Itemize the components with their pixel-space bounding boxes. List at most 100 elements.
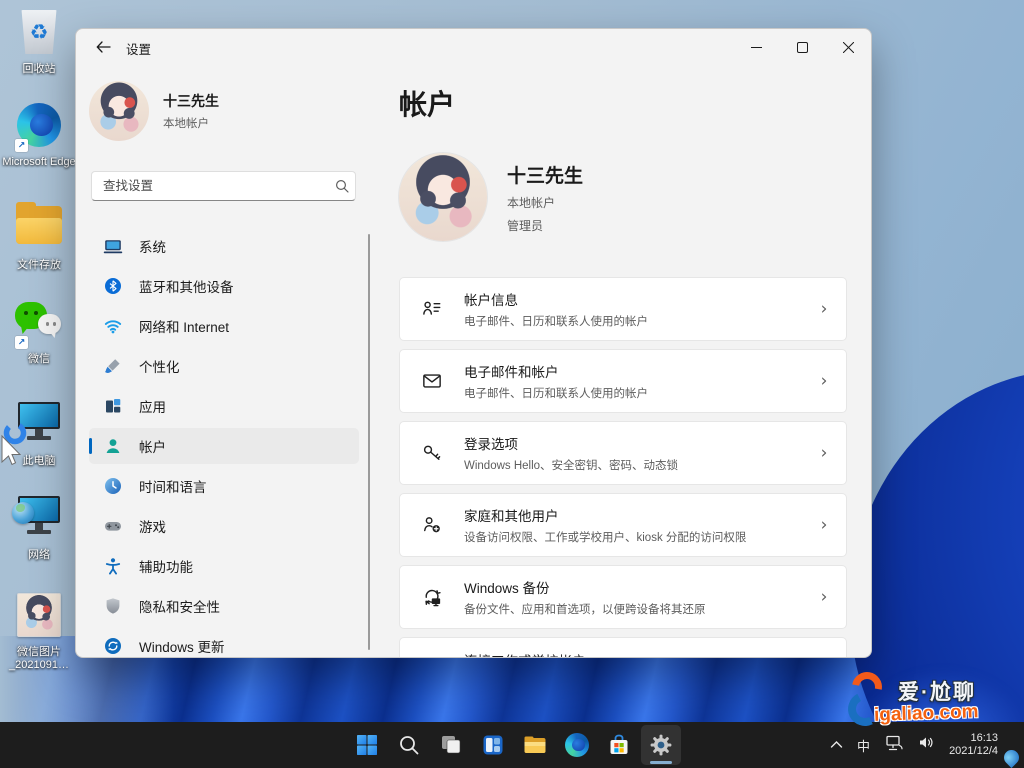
sidebar-item-accounts[interactable]: 帐户 — [89, 428, 359, 464]
desktop-icon-folder[interactable]: 文件存放 — [1, 200, 77, 272]
accounts-icon — [103, 436, 123, 456]
sidebar-profile[interactable]: 十三先生 本地帐户 — [89, 81, 369, 141]
network-tray-icon[interactable] — [884, 734, 904, 757]
sidebar-item-accessibility[interactable]: 辅助功能 — [89, 548, 359, 584]
sidebar-scrollbar[interactable] — [368, 234, 370, 650]
widgets-icon — [483, 735, 503, 755]
folder-icon — [14, 202, 64, 256]
apps-icon — [103, 396, 123, 416]
avatar — [89, 81, 149, 141]
task-view-icon — [442, 736, 461, 754]
tray-time: 16:13 — [970, 732, 998, 744]
privacy-icon — [103, 596, 123, 616]
settings-window: 设置 十三先生 本地帐户 系统 蓝牙和其他设备 网络和 Internet — [75, 28, 872, 658]
recycle-bin-icon: ♻ — [14, 10, 64, 60]
desktop-icon-label: 文件存放 — [17, 259, 61, 271]
minimize-button[interactable] — [733, 29, 779, 65]
profile-name: 十三先生 — [163, 93, 219, 109]
time-language-icon — [103, 476, 123, 496]
gaming-icon — [103, 516, 123, 536]
desktop-icon-label: Microsoft Edge — [2, 156, 76, 168]
close-button[interactable] — [825, 29, 871, 65]
backup-icon — [400, 586, 464, 608]
card-family-other-users[interactable]: 家庭和其他用户 设备访问权限、工作或学校用户、kiosk 分配的访问权限 › — [399, 493, 847, 557]
sidebar-item-time-language[interactable]: 时间和语言 — [89, 468, 359, 504]
settings-card-list: 帐户信息 电子邮件、日历和联系人使用的帐户 › 电子邮件和帐户 电子邮件、日历和联系… — [399, 277, 847, 657]
sidebar-item-system[interactable]: 系统 — [89, 228, 359, 264]
network-places-icon — [12, 496, 64, 546]
account-avatar — [399, 153, 487, 241]
desktop-icon-wechat[interactable]: ↗ 微信 — [1, 298, 77, 366]
key-icon — [400, 442, 464, 464]
task-view-button[interactable] — [431, 725, 471, 765]
mouse-cursor-busy — [1, 421, 27, 466]
accessibility-icon — [103, 556, 123, 576]
titlebar[interactable]: 设置 — [76, 29, 871, 65]
clock[interactable]: 16:13 2021/12/4 — [949, 732, 998, 758]
bluetooth-icon — [103, 276, 123, 296]
sidebar-item-bluetooth[interactable]: 蓝牙和其他设备 — [89, 268, 359, 304]
settings-gear-icon — [650, 734, 672, 756]
settings-button[interactable] — [641, 725, 681, 765]
network-icon — [103, 316, 123, 336]
edge-icon — [565, 733, 589, 757]
desktop: ♻ 回收站 ↗ Microsoft Edge 文件存放 ↗ 微信 此电脑 网络 … — [0, 0, 78, 700]
chevron-right-icon: › — [820, 443, 828, 463]
desktop-icon-recycle-bin[interactable]: ♻ 回收站 — [1, 8, 77, 76]
sidebar-item-network[interactable]: 网络和 Internet — [89, 308, 359, 344]
card-windows-backup[interactable]: Windows 备份 备份文件、应用和首选项，以便跨设备将其还原 › — [399, 565, 847, 629]
volume-tray-icon[interactable] — [918, 735, 935, 755]
desktop-icon-network[interactable]: 网络 — [1, 492, 77, 562]
desktop-icon-label: 回收站 — [22, 63, 56, 75]
account-name: 十三先生 — [507, 165, 584, 187]
widgets-button[interactable] — [473, 725, 513, 765]
card-sign-in-options[interactable]: 登录选项 Windows Hello、安全密钥、密码、动态锁 › — [399, 421, 847, 485]
sidebar-item-privacy[interactable]: 隐私和安全性 — [89, 588, 359, 624]
search-box[interactable] — [91, 171, 356, 201]
selected-indicator — [89, 438, 92, 454]
windows-logo-icon — [357, 735, 377, 755]
search-icon[interactable] — [329, 179, 355, 193]
chevron-right-icon: › — [820, 587, 828, 607]
taskbar: 中 16:13 2021/12/4 — [0, 722, 1024, 768]
desktop-icon-label: 网络 — [28, 549, 50, 561]
windows-update-icon — [103, 636, 123, 656]
back-button[interactable] — [88, 33, 118, 61]
profile-subtitle: 本地帐户 — [163, 118, 209, 130]
shortcut-arrow-icon: ↗ — [15, 336, 28, 349]
mail-icon — [400, 370, 464, 392]
ime-indicator[interactable]: 中 — [857, 736, 870, 755]
window-title: 设置 — [126, 43, 152, 57]
personalization-icon — [103, 356, 123, 376]
family-icon — [400, 514, 464, 536]
page-title: 帐户 — [399, 89, 456, 120]
sidebar-item-personalization[interactable]: 个性化 — [89, 348, 359, 384]
sidebar-item-apps[interactable]: 应用 — [89, 388, 359, 424]
edge-button[interactable] — [557, 725, 597, 765]
search-button[interactable] — [389, 725, 429, 765]
start-button[interactable] — [347, 725, 387, 765]
account-hero: 十三先生 本地帐户 管理员 — [399, 153, 583, 241]
active-app-indicator — [650, 761, 672, 764]
wechat-icon: ↗ — [14, 300, 64, 350]
sidebar-item-gaming[interactable]: 游戏 — [89, 508, 359, 544]
search-input[interactable] — [92, 179, 329, 193]
card-account-info[interactable]: 帐户信息 电子邮件、日历和联系人使用的帐户 › — [399, 277, 847, 341]
tray-overflow-button[interactable] — [830, 738, 843, 752]
chevron-right-icon: › — [820, 299, 828, 319]
desktop-icon-label: 微信图片 _2021091… — [9, 646, 69, 671]
file-explorer-button[interactable] — [515, 725, 555, 765]
shortcut-arrow-icon: ↗ — [15, 139, 28, 152]
account-type: 本地帐户 — [507, 195, 556, 210]
card-email-accounts[interactable]: 电子邮件和帐户 电子邮件、日历和联系人使用的帐户 › — [399, 349, 847, 413]
desktop-icon-wechat-image[interactable]: 微信图片 _2021091… — [1, 590, 77, 672]
sidebar-item-windows-update[interactable]: Windows 更新 — [89, 628, 359, 657]
search-icon — [400, 736, 419, 755]
maximize-button[interactable] — [779, 29, 825, 65]
store-button[interactable] — [599, 725, 639, 765]
chevron-right-icon: › — [820, 515, 828, 535]
image-thumbnail — [14, 593, 64, 643]
card-work-school-account[interactable]: 连接工作或学校帐户 — [399, 637, 847, 657]
desktop-icon-edge[interactable]: ↗ Microsoft Edge — [1, 100, 77, 169]
contact-card-icon — [400, 298, 464, 320]
